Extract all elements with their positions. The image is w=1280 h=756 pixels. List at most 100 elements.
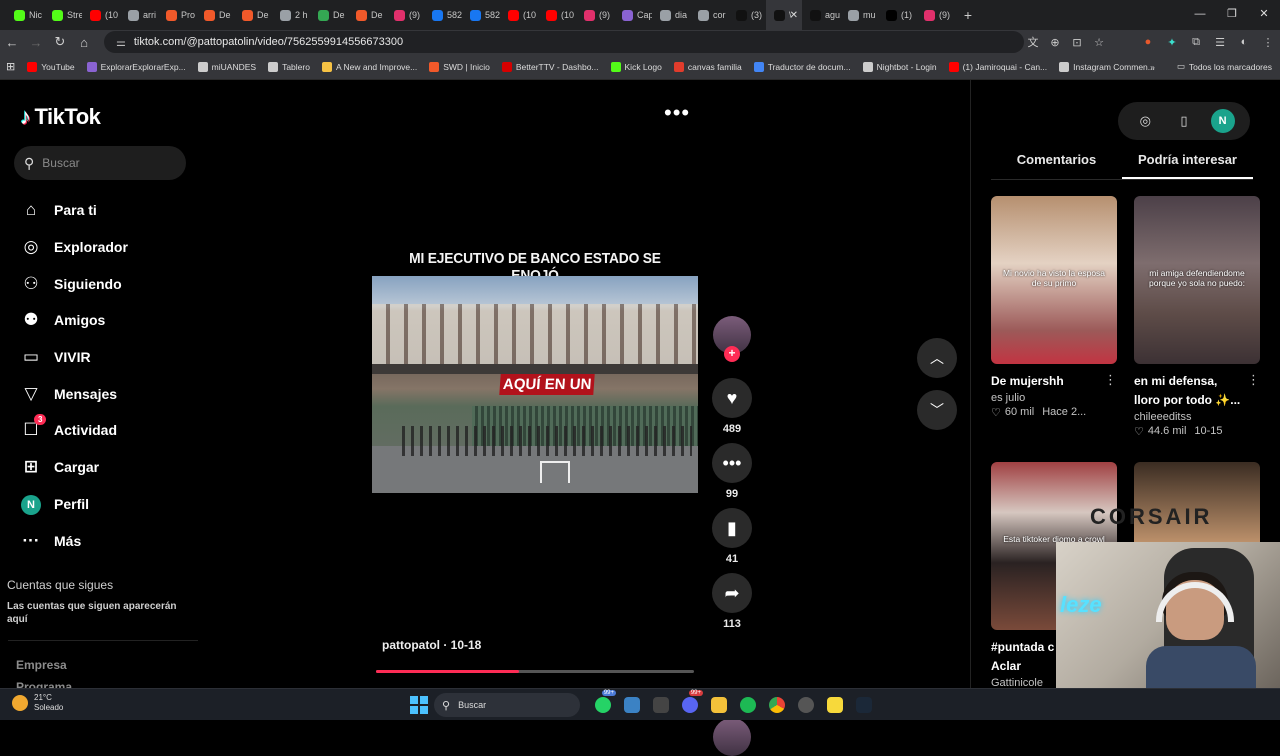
sidebar-item-siguiendo[interactable]: ⚇ Siguiendo (20, 265, 200, 302)
bookmark-item[interactable]: SWD | Inicio (429, 61, 490, 72)
sidebar-item-para-ti[interactable]: ⌂ Para ti (20, 192, 200, 229)
bookmark-item[interactable]: Traductor de docum... (753, 61, 851, 72)
spotify-icon[interactable] (733, 693, 762, 717)
browser-tab[interactable]: dia (652, 0, 690, 30)
all-bookmarks[interactable]: » ▭ Todos los marcadores (1150, 61, 1272, 72)
card-more-icon[interactable]: ⋮ (1104, 372, 1117, 388)
zoom-icon[interactable]: ⊕ (1044, 36, 1066, 49)
profile-avatar[interactable]: N (1210, 109, 1235, 133)
apps-grid-icon[interactable]: ⊞ (6, 60, 15, 73)
browser-tab[interactable]: (3) (728, 0, 766, 30)
browser-tab[interactable]: De (234, 0, 272, 30)
browser-tab[interactable]: 582 (462, 0, 500, 30)
address-bar[interactable]: ⚌ tiktok.com/@pattopatolin/video/7562559… (104, 31, 1024, 53)
extensions-puzzle-icon[interactable]: ⧉ (1184, 36, 1208, 49)
browser-tab[interactable]: 2 h (272, 0, 310, 30)
music-disc-avatar[interactable] (713, 718, 751, 756)
footer-link-empresa[interactable]: Empresa (16, 654, 72, 676)
browser-tab[interactable]: 582 (424, 0, 462, 30)
chrome-menu-icon[interactable]: ⋮ (1256, 36, 1280, 49)
bookmark-item[interactable]: YouTube (27, 61, 75, 72)
browser-tab[interactable]: mu (840, 0, 878, 30)
home-button[interactable]: ⌂ (72, 35, 96, 50)
card-author[interactable]: chileeeditss (1134, 411, 1260, 423)
browser-tab[interactable]: De (310, 0, 348, 30)
suggested-video-card[interactable]: mi amiga defendiendome porque yo sola no… (1134, 196, 1260, 438)
compass-icon[interactable]: ◎ (1133, 113, 1157, 129)
video-thumbnail[interactable]: Mi novio ha visto la esposa de su primo (991, 196, 1117, 364)
bookmark-item[interactable]: Kick Logo (610, 61, 662, 72)
close-icon[interactable]: ✕ (790, 10, 798, 21)
bookmark-star-icon[interactable]: ☆ (1088, 36, 1110, 49)
browser-tab[interactable]: (9) (916, 0, 954, 30)
sidebar-item-mas[interactable]: ··· Más (20, 522, 200, 559)
comment-icon[interactable]: ••• (712, 443, 752, 483)
browser-tab[interactable]: Nic (6, 0, 44, 30)
share-icon[interactable]: ➦ (712, 573, 752, 613)
reading-list-icon[interactable]: ☰ (1208, 36, 1232, 49)
browser-tab[interactable]: De (196, 0, 234, 30)
sidebar-item-actividad[interactable]: ☐ 3 Actividad (20, 412, 200, 449)
tab-comentarios[interactable]: Comentarios (991, 150, 1122, 179)
browser-tab[interactable]: Stre (44, 0, 82, 30)
minimize-icon[interactable]: — (1184, 0, 1216, 30)
browser-tab[interactable]: De (348, 0, 386, 30)
translate-icon[interactable]: 文 (1022, 34, 1044, 50)
new-tab-button[interactable]: + (954, 7, 982, 23)
browser-tab[interactable]: (10 (538, 0, 576, 30)
profile-avatar-icon[interactable]: ◐ (1232, 36, 1256, 48)
more-options-icon[interactable]: ••• (664, 100, 690, 126)
install-icon[interactable]: ⊡ (1066, 36, 1088, 49)
steam-icon[interactable] (849, 693, 878, 717)
video-thumbnail[interactable]: mi amiga defendiendome porque yo sola no… (1134, 196, 1260, 364)
sticky-notes-icon[interactable] (820, 693, 849, 717)
browser-tab[interactable]: agu (802, 0, 840, 30)
browser-tab[interactable]: Pro (158, 0, 196, 30)
bookmark-item[interactable]: A New and Improve... (321, 61, 417, 72)
previous-video-button[interactable]: ︿ (917, 338, 957, 378)
restore-icon[interactable]: ❐ (1216, 0, 1248, 30)
start-button[interactable] (410, 696, 428, 714)
sidebar-item-perfil[interactable]: N Perfil (20, 486, 200, 523)
extension-fox-icon[interactable]: ● (1136, 36, 1160, 48)
bookmark-icon[interactable]: ▮ (712, 508, 752, 548)
chrome-icon[interactable] (762, 693, 791, 717)
search-input[interactable]: ⚲ Buscar (14, 146, 186, 180)
notepad-icon[interactable] (617, 693, 646, 717)
bookmark-item[interactable]: Nightbot - Login (862, 61, 937, 72)
close-window-icon[interactable]: ✕ (1248, 0, 1280, 30)
back-button[interactable]: ← (0, 35, 24, 50)
whatsapp-icon[interactable]: 99+ (588, 690, 617, 717)
browser-tab[interactable]: (9) (386, 0, 424, 30)
extension-betterttv-icon[interactable]: ✦ (1160, 36, 1184, 49)
bookmark-item[interactable]: ExplorarExplorarExp... (86, 61, 186, 72)
forward-button[interactable]: → (24, 35, 48, 50)
taskbar-search[interactable]: ⚲ Buscar (434, 693, 580, 717)
next-video-button[interactable]: ﹀ (917, 390, 957, 430)
heart-icon[interactable]: ♥ (712, 378, 752, 418)
bookmark-item[interactable]: Tablero (268, 61, 310, 72)
tab-podria-interesar[interactable]: Podría interesar (1122, 150, 1253, 179)
creator-avatar[interactable]: + (713, 316, 751, 362)
reload-button[interactable]: ↻ (48, 34, 72, 50)
card-author[interactable]: es julio (991, 392, 1117, 404)
browser-tab[interactable]: cor (690, 0, 728, 30)
video-player[interactable]: AQUÍ EN UN (372, 276, 698, 493)
site-info-icon[interactable]: ⚌ (116, 36, 126, 49)
browser-tab[interactable]: (1) (878, 0, 916, 30)
xbox-icon[interactable] (646, 693, 675, 717)
video-author-line[interactable]: pattopatol · 10-18 (382, 638, 481, 652)
follow-plus-icon[interactable]: + (724, 346, 740, 362)
tiktok-logo[interactable]: ♪ TikTok (20, 104, 101, 130)
sidebar-item-cargar[interactable]: ⊞ Cargar (20, 449, 200, 486)
device-icon[interactable]: ▯ (1172, 113, 1196, 129)
obs-icon[interactable] (791, 693, 820, 717)
file-explorer-icon[interactable] (704, 693, 733, 717)
card-more-icon[interactable]: ⋮ (1247, 372, 1260, 388)
sidebar-item-amigos[interactable]: ⚉ Amigos (20, 302, 200, 339)
bookmark-item[interactable]: miUANDES (197, 61, 256, 72)
browser-tab[interactable]: (10 (82, 0, 120, 30)
discord-icon[interactable]: 99+ (675, 690, 704, 717)
bookmark-item[interactable]: (1) Jamiroquai - Can... (948, 61, 1047, 72)
bookmark-item[interactable]: canvas familia (673, 61, 742, 72)
